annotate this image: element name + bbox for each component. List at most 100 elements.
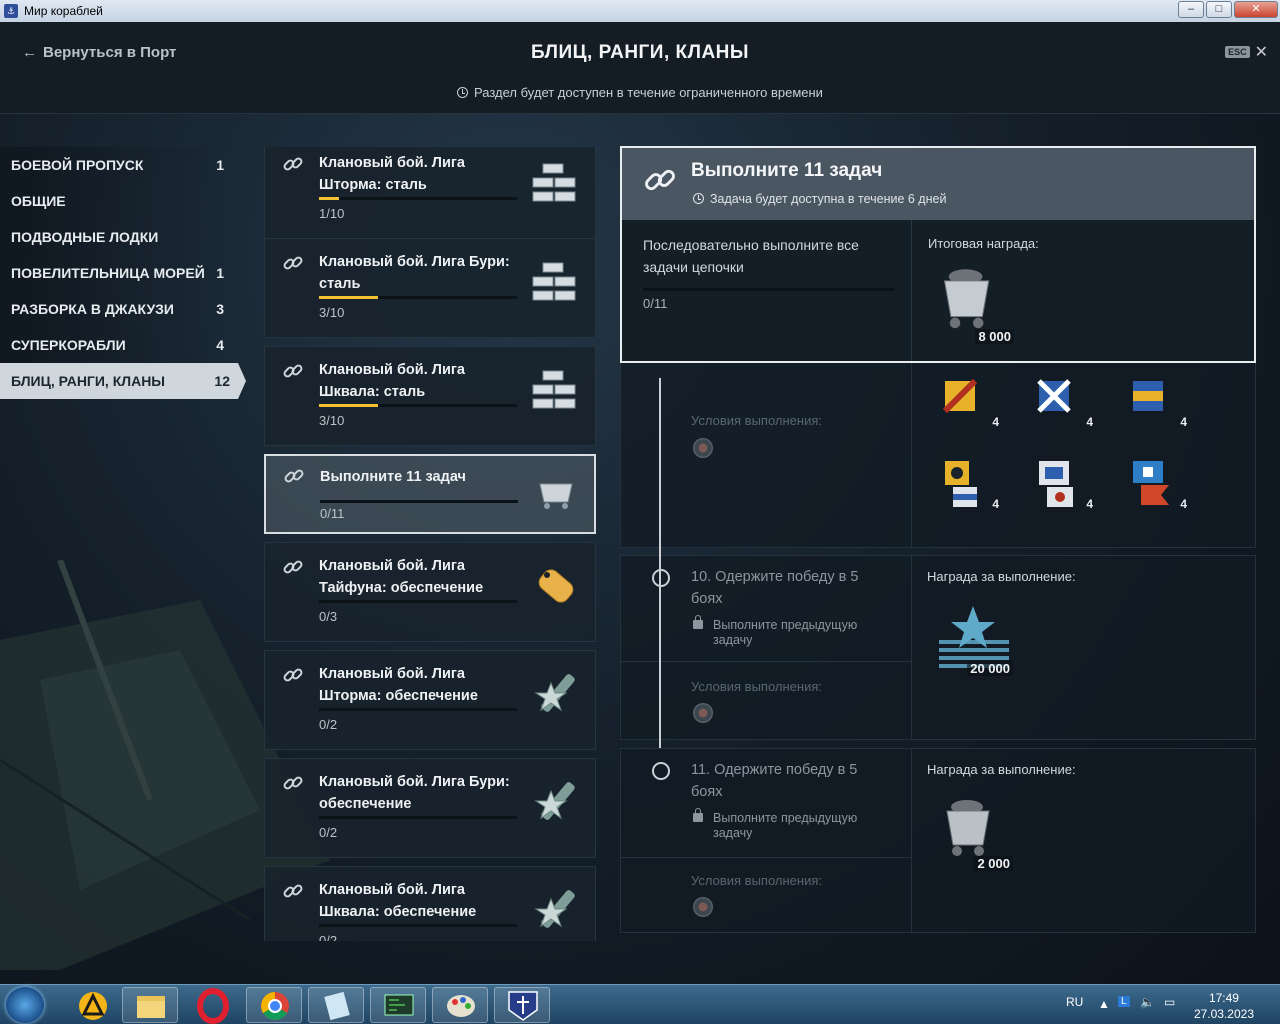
conditions-label: Условия выполнения: (691, 413, 822, 428)
mission-progress: 0/3 (319, 609, 338, 624)
game-logo-icon: ⚓ (4, 4, 18, 18)
sidebar-item-general[interactable]: ОБЩИЕ (0, 183, 240, 219)
locked-text: Выполните предыдущую задачу (713, 811, 858, 840)
terminal-icon[interactable] (370, 987, 426, 1023)
sidebar-item-battle-pass[interactable]: БОЕВОЙ ПРОПУСК 1 (0, 147, 240, 183)
task-block-11: 11. Одержите победу в 5 боях Выполните п… (620, 748, 1256, 933)
category-sidebar: БОЕВОЙ ПРОПУСК 1 ОБЩИЕ ПОДВОДНЫЕ ЛОДКИ ПО… (0, 147, 250, 399)
chrome-browser-icon[interactable] (246, 987, 302, 1023)
chain-link-icon (645, 169, 675, 191)
sidebar-item-label: ПОВЕЛИТЕЛЬНИЦА МОРЕЙ (11, 265, 205, 281)
chain-link-icon (284, 469, 304, 483)
mission-progress-bar (320, 500, 518, 503)
start-button[interactable] (6, 987, 44, 1023)
final-reward-label: Итоговая награда: (928, 236, 1039, 251)
lock-icon (693, 808, 703, 822)
minimize-button[interactable]: – (1178, 1, 1204, 18)
task-title: 10. Одержите победу в 5 боях (691, 569, 859, 607)
mission-progress-bar (319, 404, 517, 407)
mission-card[interactable]: Клановый бой. Лига Шквала: обеспечение 0… (264, 866, 596, 941)
mission-list: Клановый бой. Лига Шторма: сталь 1/10 Кл… (264, 147, 596, 941)
mission-card[interactable]: Клановый бой. Лига Шторма: обеспечение 0… (264, 650, 596, 750)
esc-close-button[interactable]: ESC ✕ (1225, 42, 1268, 62)
chain-link-icon (283, 364, 303, 378)
sidebar-item-superships[interactable]: СУПЕРКОРАБЛИ 4 (0, 327, 240, 363)
signal-flag: 4 (1037, 459, 1093, 511)
sidebar-item-label: БОЕВОЙ ПРОПУСК (11, 157, 144, 173)
sidebar-item-label: РАЗБОРКА В ДЖАКУЗИ (11, 301, 174, 317)
mission-progress-bar (319, 197, 517, 200)
flag-count: 4 (1180, 415, 1187, 429)
flag-count: 4 (992, 415, 999, 429)
battle-type-icon (693, 438, 713, 458)
paint-icon[interactable] (432, 987, 488, 1023)
sidebar-item-blitz-ranks-clans[interactable]: БЛИЦ, РАНГИ, КЛАНЫ 12 (0, 363, 246, 399)
flag-count: 4 (1086, 415, 1093, 429)
chain-progress-bar (643, 288, 895, 291)
mission-card[interactable]: Клановый бой. Лига Тайфуна: обеспечение … (264, 542, 596, 642)
network-icon[interactable]: ▭ (1164, 995, 1175, 1009)
clock-icon (457, 87, 469, 98)
mission-detail-panel: Выполните 11 задач Задача будет доступна… (620, 146, 1256, 363)
clock[interactable]: 17:49 27.03.2023 (1194, 990, 1254, 1022)
sidebar-item-count: 4 (216, 337, 224, 353)
mission-title: Клановый бой. Лига Бури: сталь (319, 254, 510, 292)
task-block-partial: Условия выполнения: 4 4 4 4 4 4 (620, 360, 1256, 548)
flag-count: 4 (1086, 497, 1093, 511)
mission-progress: 1/10 (319, 206, 345, 221)
chain-connector-line (659, 378, 661, 748)
clock-icon (693, 193, 704, 204)
chain-link-icon (283, 560, 303, 574)
sidebar-item-count: 12 (214, 373, 230, 389)
coal-reward: 8 000 (934, 264, 1014, 344)
app-launcher-icon[interactable] (64, 987, 120, 1023)
volume-icon[interactable]: 🔈 (1140, 995, 1155, 1009)
reward-label: Награда за выполнение: (927, 569, 1076, 584)
window-title: Мир кораблей (24, 4, 103, 18)
mission-title: Клановый бой. Лига Шквала: сталь (319, 362, 465, 400)
opera-browser-icon[interactable] (184, 987, 240, 1024)
mission-progress-bar (319, 296, 517, 299)
mission-title: Выполните 11 задач (320, 469, 466, 485)
signal-flag: 4 (1131, 377, 1187, 429)
battle-type-icon (693, 703, 713, 723)
chain-link-icon (283, 157, 303, 171)
page-title: БЛИЦ, РАНГИ, КЛАНЫ (530, 42, 749, 63)
mission-card[interactable]: Клановый бой. Лига Шторма: сталь 1/10 (264, 147, 596, 239)
mission-card[interactable]: Клановый бой. Лига Шквала: сталь 3/10 (264, 346, 596, 446)
conditions-label: Условия выполнения: (691, 873, 822, 888)
notice-text: Раздел будет доступен в течение ограниче… (474, 85, 823, 100)
sidebar-item-submarines[interactable]: ПОДВОДНЫЕ ЛОДКИ (0, 219, 240, 255)
mission-card[interactable]: Клановый бой. Лига Бури: обеспечение 0/2 (264, 758, 596, 858)
mission-card[interactable]: Клановый бой. Лига Бури: сталь 3/10 (264, 238, 596, 338)
mission-progress: 3/10 (319, 413, 345, 428)
progress-fill (319, 197, 339, 200)
maximize-button[interactable]: □ (1206, 1, 1232, 18)
sidebar-item-label: СУПЕРКОРАБЛИ (11, 337, 126, 353)
mission-title: Клановый бой. Лига Шторма: сталь (319, 155, 465, 193)
file-explorer-icon[interactable] (122, 987, 178, 1023)
language-indicator[interactable]: RU (1066, 995, 1083, 1009)
close-icon: ✕ (1254, 44, 1268, 61)
flag-count: 4 (1180, 497, 1187, 511)
clock-time: 17:49 (1208, 991, 1239, 1005)
chain-progress: 0/11 (643, 296, 668, 311)
reward-amount: 2 000 (974, 856, 1013, 871)
notepad-icon[interactable] (308, 987, 364, 1023)
page-header: ← Вернуться в Порт БЛИЦ, РАНГИ, КЛАНЫ ES… (0, 22, 1280, 114)
mission-progress: 0/2 (319, 933, 338, 941)
steel-icon (532, 370, 576, 409)
keyboard-layout-icon[interactable]: L (1118, 996, 1130, 1007)
clock-date: 27.03.2023 (1193, 1007, 1254, 1021)
task-status-circle (652, 569, 670, 587)
game-client-icon[interactable] (494, 987, 550, 1023)
reward-label: Награда за выполнение: (927, 762, 1076, 777)
sidebar-item-jacuzzi[interactable]: РАЗБОРКА В ДЖАКУЗИ 3 (0, 291, 240, 327)
signal-flag: 4 (1037, 377, 1093, 429)
mission-title: Клановый бой. Лига Шторма: обеспечение (319, 666, 478, 704)
limited-time-notice: Раздел будет доступен в течение ограниче… (0, 85, 1280, 100)
mission-card-selected[interactable]: Выполните 11 задач 0/11 (264, 454, 596, 534)
tray-expand-icon[interactable]: ▲ (1098, 997, 1110, 1011)
sidebar-item-ruler-of-seas[interactable]: ПОВЕЛИТЕЛЬНИЦА МОРЕЙ 1 (0, 255, 240, 291)
close-window-button[interactable]: ✕ (1234, 1, 1278, 18)
